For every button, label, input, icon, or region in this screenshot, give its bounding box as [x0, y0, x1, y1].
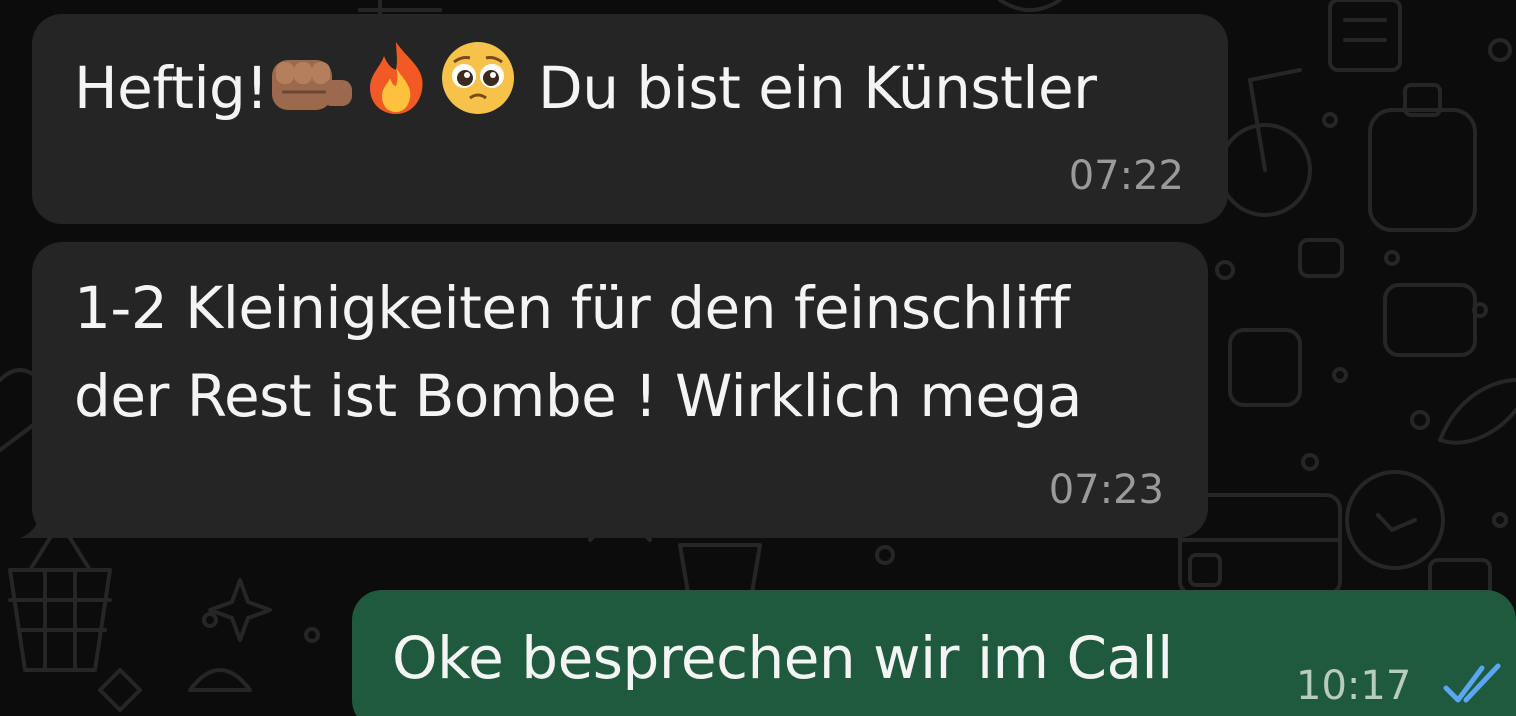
- message-timestamp: 07:23: [1048, 467, 1164, 513]
- bubble-tail: [20, 500, 66, 538]
- message-timestamp: 10:17: [1296, 663, 1412, 709]
- double-check-icon: [1443, 663, 1501, 703]
- message-text-line: 1-2 Kleinigkeiten für den feinschliff: [74, 274, 1070, 342]
- message-text-line: der Rest ist Bombe ! Wirklich mega: [74, 362, 1082, 430]
- message-bubble-outgoing[interactable]: Oke besprechen wir im Call 10:17: [352, 590, 1516, 716]
- fist-icon: [268, 52, 356, 142]
- message-bubble-incoming[interactable]: 1-2 Kleinigkeiten für den feinschliff de…: [32, 242, 1208, 538]
- message-bubble-incoming[interactable]: Heftig! Du bist ein Künstler 07:22: [32, 14, 1228, 224]
- message-text: Heftig! Du bist ein Künstler: [74, 38, 1097, 142]
- message-text: Oke besprechen wir im Call: [392, 624, 1173, 692]
- pleading-face-icon: [436, 38, 520, 142]
- message-timestamp: 07:22: [1068, 153, 1184, 199]
- chat-view: Heftig! Du bist ein Künstler 07:22 1-2 K…: [0, 0, 1516, 716]
- fire-icon: [356, 38, 436, 142]
- message-text-part: Heftig!: [74, 54, 269, 122]
- message-text-part: Du bist ein Künstler: [520, 54, 1097, 122]
